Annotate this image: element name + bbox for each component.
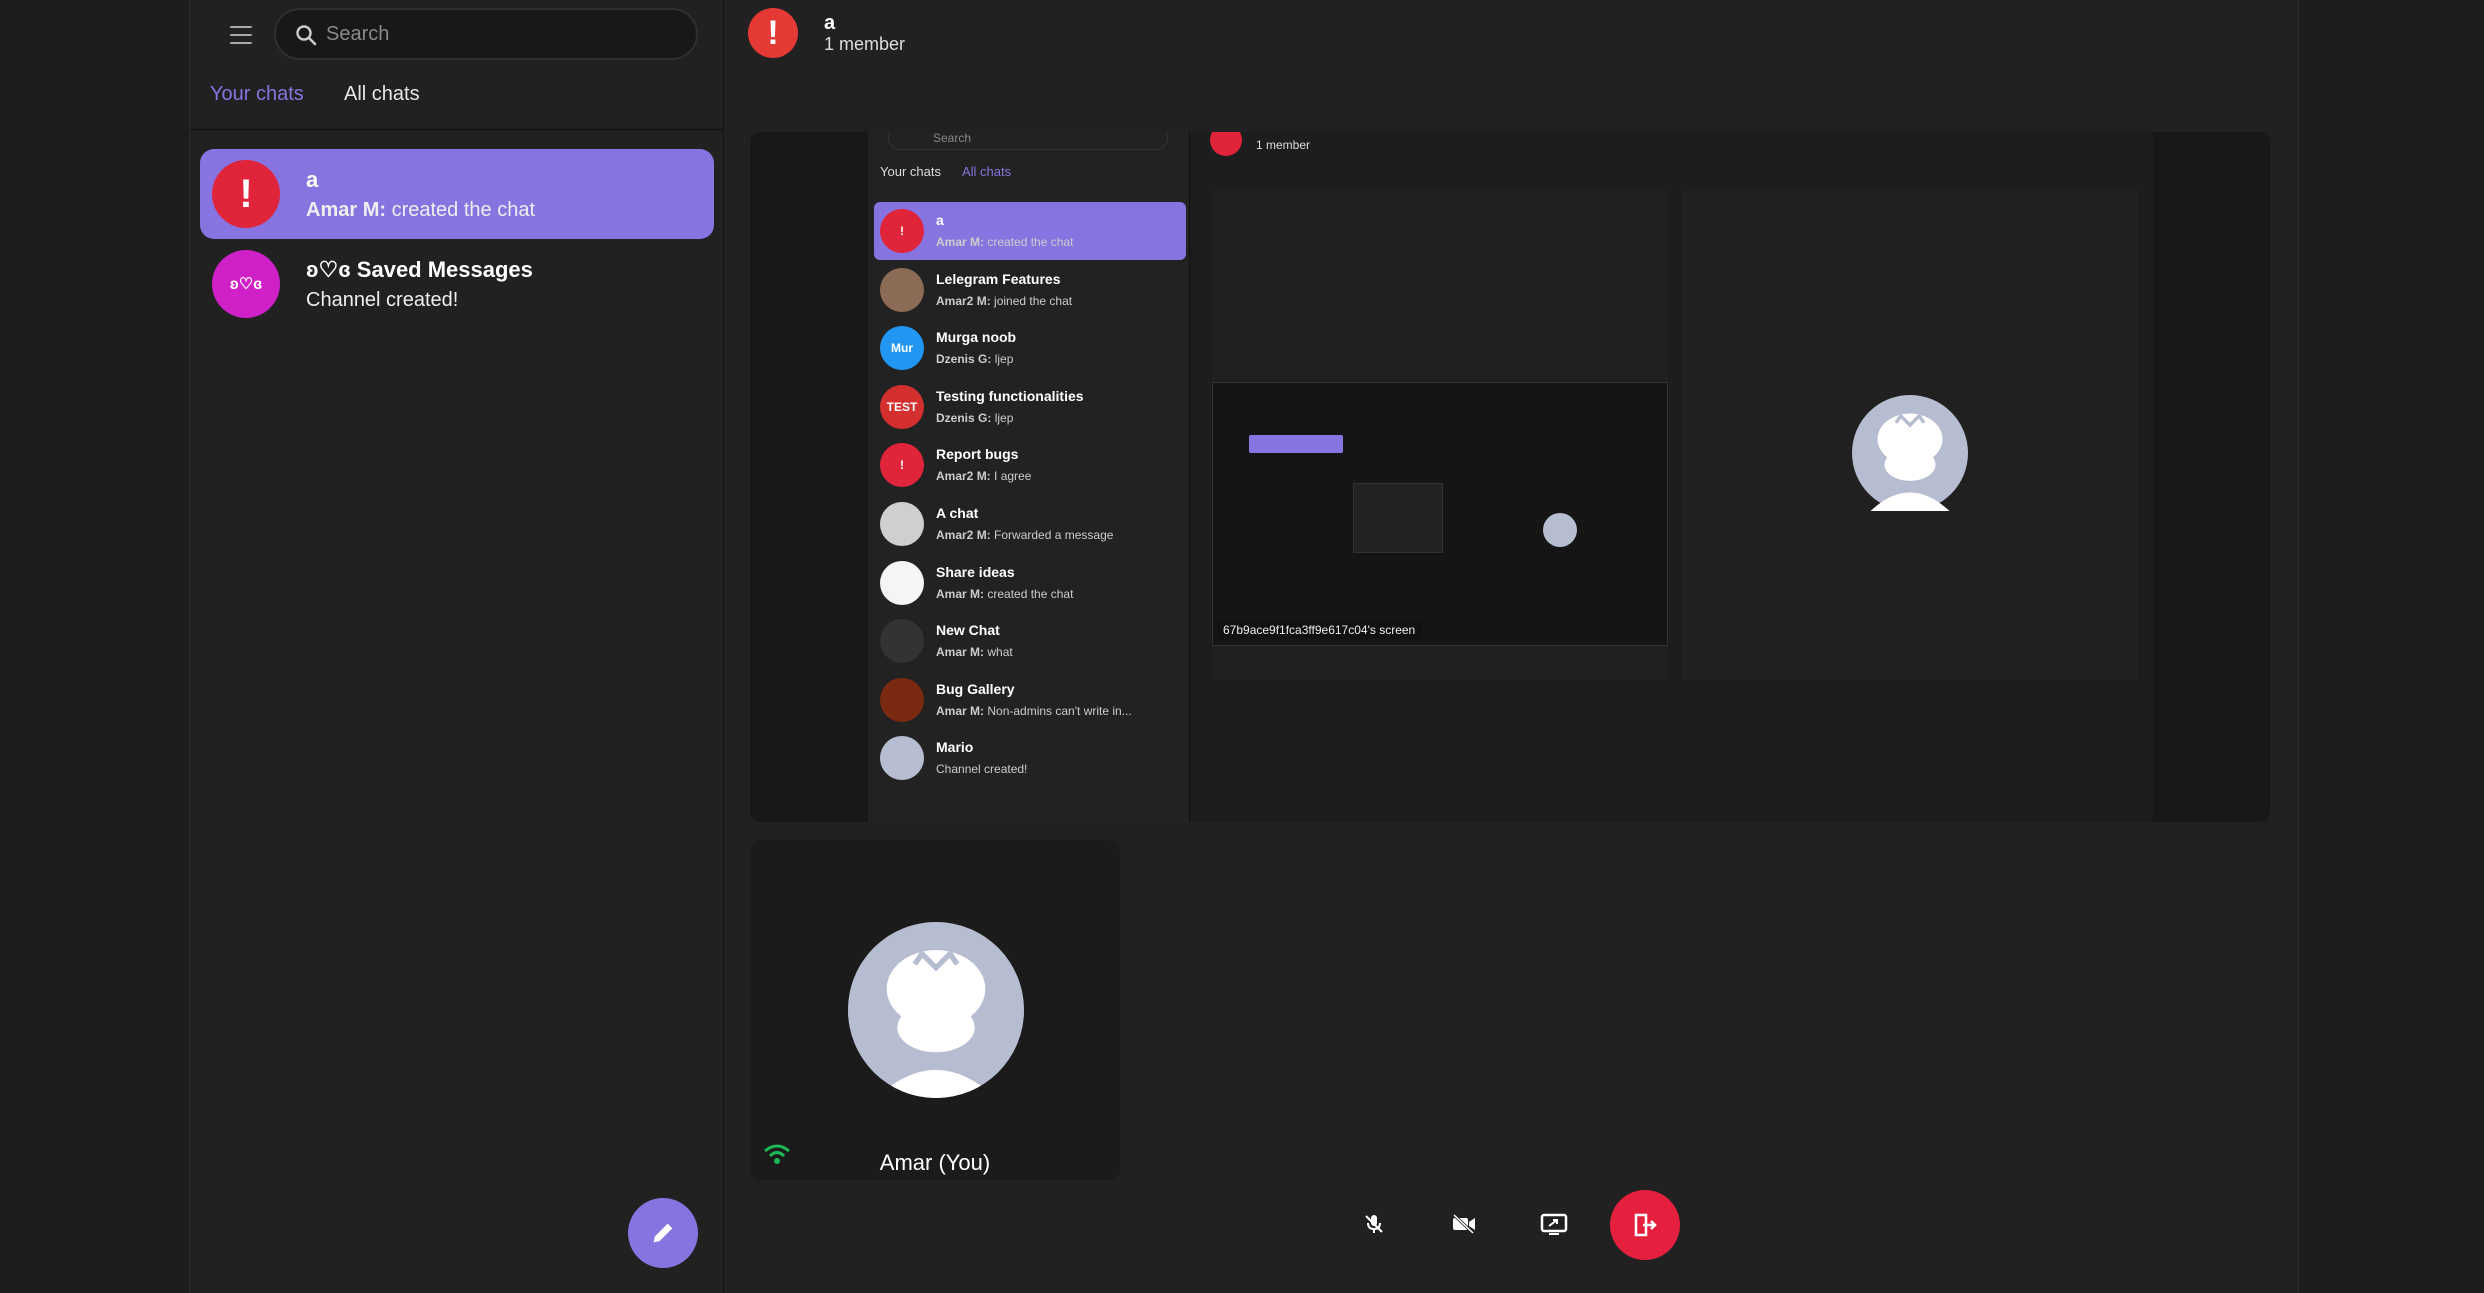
shared-search: Search [888, 132, 1168, 150]
shared-chat-name: Murga noob [936, 329, 1017, 346]
shared-tab-your-chats: Your chats [880, 164, 941, 179]
nested-screen: 67b9ace9f1fca3ff9e617c04's screen [1212, 382, 1668, 646]
shared-member-count: 1 member [1256, 138, 1311, 152]
shared-header-avatar [1210, 132, 1242, 156]
chat-name: ʚ♡ɞ Saved Messages [306, 257, 533, 282]
new-chat-button[interactable] [628, 1198, 698, 1268]
shared-chat-last-message: Amar M: created the chat [936, 586, 1074, 601]
shared-chat-item: Mur Murga noob Dzenis G: ljep [874, 319, 1186, 377]
shared-chat-name: Share ideas [936, 563, 1015, 580]
shared-chat-last-message: Amar2 M: I agree [936, 469, 1032, 484]
search-icon [296, 25, 317, 46]
telegram-app: Your chats All chats ! a Amar M: created… [0, 0, 2484, 1293]
share-screen-button[interactable] [1528, 1198, 1580, 1250]
chat-avatar: ʚ♡ɞ [212, 250, 280, 318]
shared-chat-avatar [880, 619, 924, 664]
shared-chat-avatar: TEST [880, 384, 924, 429]
shared-chat-last-message: Amar2 M: joined the chat [936, 293, 1073, 308]
chat-avatar: ! [212, 160, 280, 228]
call-controls [724, 1190, 2298, 1270]
shared-chat-item: TEST Testing functionalities Dzenis G: lje… [874, 378, 1186, 436]
chat-sidebar: Your chats All chats ! a Amar M: created… [190, 0, 724, 1293]
shared-chat-last-message: Channel created! [936, 762, 1028, 777]
chat-tabs: Your chats All chats [190, 80, 724, 130]
shared-chat-name: Report bugs [936, 446, 1019, 463]
shared-chat-item: A chat Amar2 M: Forwarded a message [874, 495, 1186, 553]
screen-share-tile[interactable]: Search Your chats All chats ! a Amar M: cr… [750, 132, 2270, 822]
mute-button[interactable] [1348, 1198, 1400, 1250]
chat-item-saved-messages[interactable]: ʚ♡ɞ ʚ♡ɞ Saved Messages Channel created! [200, 239, 714, 329]
shared-chat-last-message: Amar2 M: Forwarded a message [936, 528, 1114, 542]
shared-chat-name: a [936, 212, 944, 228]
mic-off-icon [1365, 1215, 1383, 1233]
search-input[interactable] [326, 10, 686, 58]
leave-call-icon [1634, 1213, 1657, 1237]
shared-inner-screen-tile: 67b9ace9f1fca3ff9e617c04's screen [1212, 190, 1668, 680]
shared-chat-name: Mario [936, 739, 974, 756]
shared-chat-last-message: Amar M: what [936, 645, 1013, 660]
chat-sender: Amar M: [306, 199, 387, 221]
header-avatar[interactable]: ! [748, 8, 798, 58]
shared-main: 1 member 67b9ace9f1fca3ff9e617c04's scre… [1192, 132, 2153, 822]
member-count: 1 member [824, 34, 906, 54]
shared-tab-all-chats: All chats [962, 164, 1012, 179]
right-gutter [2298, 0, 2484, 1293]
video-off-icon [1452, 1213, 1475, 1235]
camera-button[interactable] [1438, 1198, 1490, 1250]
menu-button[interactable] [226, 20, 256, 50]
call-view: ! a 1 member Search Your chats All chats… [724, 0, 2298, 1293]
shared-chat-avatar: Mur [880, 326, 924, 371]
self-avatar-icon [848, 922, 1024, 1098]
screen-share-icon [1540, 1213, 1568, 1235]
shared-chat-name: Testing functionalities [936, 387, 1084, 404]
leave-call-button[interactable] [1610, 1190, 1680, 1260]
shared-chat-avatar [880, 736, 924, 781]
tab-your-chats[interactable]: Your chats [210, 83, 304, 106]
shared-chat-last-message: Amar M: created the chat [936, 235, 1074, 249]
chat-name: a [306, 167, 319, 192]
self-name: Amar (You) [879, 1150, 991, 1175]
screen-caption: 67b9ace9f1fca3ff9e617c04's screen [1217, 621, 1422, 639]
shared-chat-name: Bug Gallery [936, 680, 1015, 697]
tab-all-chats[interactable]: All chats [344, 83, 420, 106]
shared-chat-item: New Chat Amar M: what [874, 612, 1186, 670]
shared-screen: Search Your chats All chats ! a Amar M: cr… [868, 132, 2153, 822]
left-gutter [0, 0, 190, 1293]
shared-chat-name: A chat [936, 505, 979, 521]
shared-chat-avatar: ! [880, 443, 924, 488]
chat-last-message: Channel created! [306, 289, 459, 311]
self-video-tile[interactable]: Amar (You) [750, 840, 1120, 1180]
shared-chat-item: Bug Gallery Amar M: Non-admins can't writ… [874, 671, 1186, 729]
shared-chat-avatar [880, 502, 924, 546]
chat-title[interactable]: a [824, 12, 835, 35]
shared-chat-last-message: Amar M: Non-admins can't write in... [936, 703, 1132, 718]
shared-chat-name: Lelegram Features [936, 270, 1061, 287]
shared-chat-last-message: Dzenis G: ljep [936, 410, 1014, 425]
shared-chat-item: Mario Channel created! [874, 729, 1186, 787]
search-box[interactable] [274, 8, 698, 60]
shared-chat-item: ! Report bugs Amar2 M: I agree [874, 436, 1186, 494]
shared-chat-name: New Chat [936, 622, 1000, 639]
shared-chat-item: Lelegram Features Amar2 M: joined the cha… [874, 261, 1186, 319]
shared-chat-avatar [880, 677, 924, 722]
pencil-icon [653, 1223, 673, 1243]
chat-last-message: Amar M: created the chat [306, 199, 536, 221]
shared-chat-item: Share ideas Amar M: created the chat [874, 554, 1186, 612]
shared-participant-tile [1682, 190, 2138, 680]
mario-avatar-icon [1852, 395, 1968, 511]
shared-chat-last-message: Dzenis G: ljep [936, 352, 1014, 367]
shared-chat-item: ! a Amar M: created the chat [874, 202, 1186, 260]
shared-chat-avatar [880, 267, 924, 312]
chat-item-a[interactable]: ! a Amar M: created the chat [200, 149, 714, 239]
shared-chat-avatar: ! [880, 209, 924, 253]
menu-icon [230, 26, 252, 28]
shared-chat-avatar [880, 560, 924, 605]
shared-sidebar: Search Your chats All chats ! a Amar M: cr… [868, 132, 1190, 822]
